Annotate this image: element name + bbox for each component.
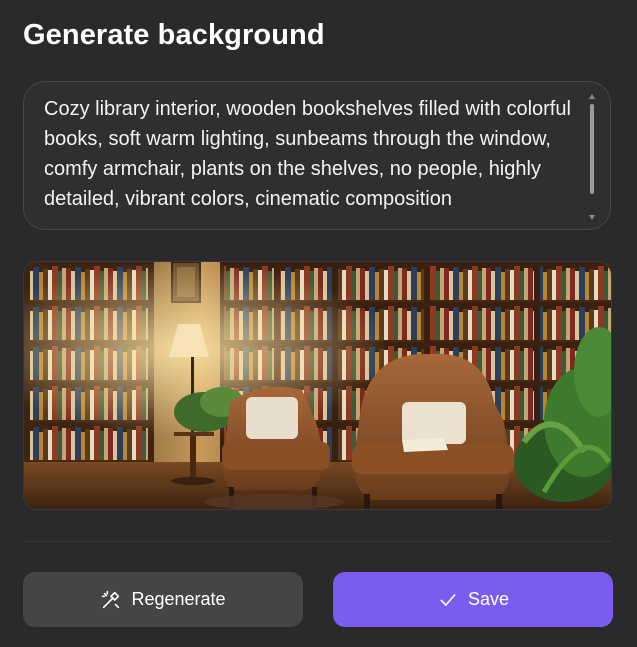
magic-wand-icon	[100, 589, 122, 611]
prompt-scrollbar[interactable]	[588, 94, 596, 220]
save-label: Save	[467, 589, 510, 609]
scroll-up-icon[interactable]	[589, 94, 595, 99]
prompt-textarea[interactable]: Cozy library interior, wooden bookshelve…	[23, 81, 611, 230]
scroll-down-icon[interactable]	[589, 215, 595, 220]
divider	[23, 541, 612, 542]
generated-image-preview	[23, 261, 612, 510]
regenerate-label: Regenerate	[131, 589, 226, 609]
prompt-text[interactable]: Cozy library interior, wooden bookshelve…	[44, 94, 574, 218]
checkmark-icon	[437, 589, 459, 611]
dialog-title: Generate background	[23, 19, 325, 51]
generate-background-dialog: Generate background Cozy library interio…	[0, 0, 637, 647]
save-button[interactable]: Save	[333, 572, 613, 627]
library-illustration	[24, 262, 611, 509]
regenerate-button[interactable]: Regenerate	[23, 572, 303, 627]
scroll-thumb[interactable]	[590, 104, 594, 194]
